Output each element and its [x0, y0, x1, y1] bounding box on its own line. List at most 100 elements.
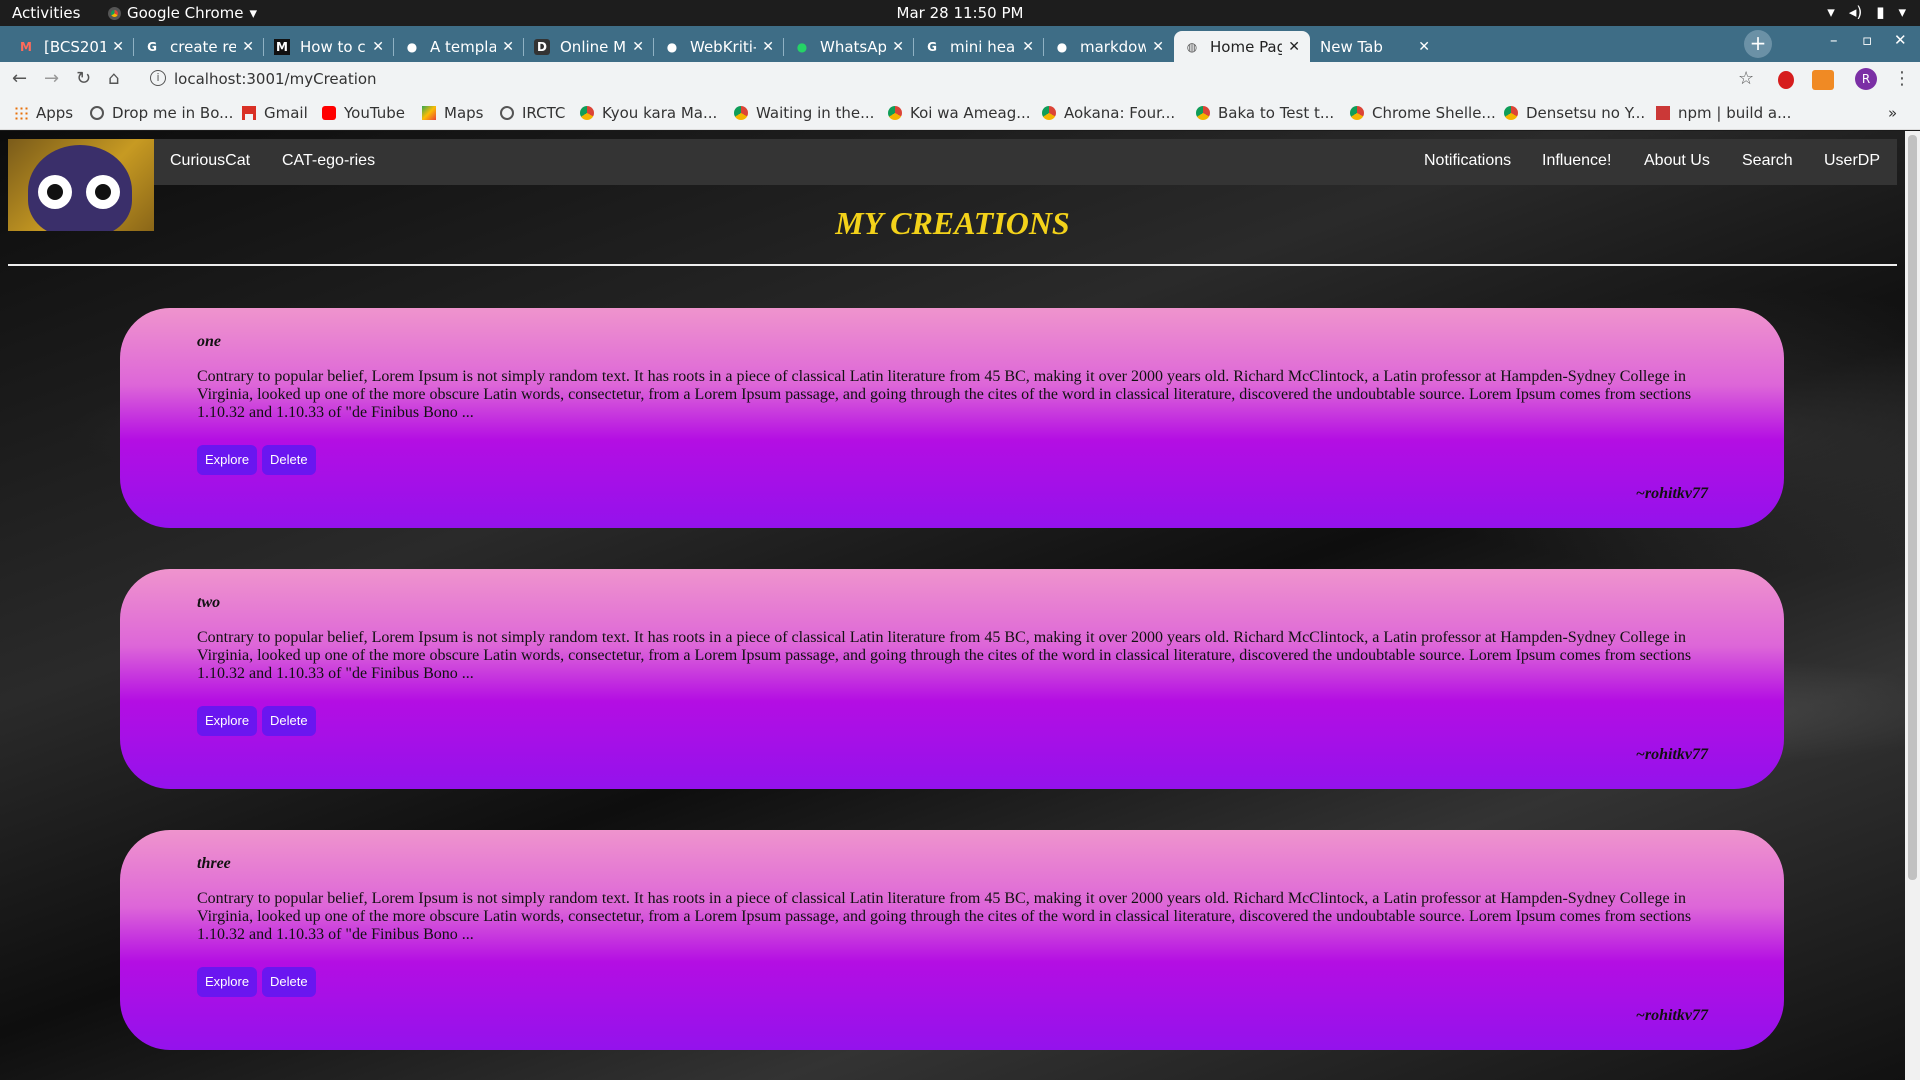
card-body: Contrary to popular belief, Lorem Ipsum … — [197, 890, 1692, 943]
tab-online-markdown[interactable]: D Online Markd ✕ — [524, 31, 654, 62]
minimize-icon[interactable]: – — [1830, 31, 1838, 49]
bookmark-star-icon[interactable]: ☆ — [1738, 68, 1754, 89]
bookmark-drop-me[interactable]: Drop me in Bo... — [90, 104, 233, 122]
system-tray[interactable]: ▾ ◂) ▮ ▾ — [1827, 3, 1906, 21]
cat-eye — [86, 175, 120, 209]
address-bar[interactable]: localhost:3001/myCreation — [174, 70, 377, 88]
close-icon[interactable]: ✕ — [1418, 39, 1430, 55]
home-icon[interactable]: ⌂ — [108, 68, 119, 89]
title-divider — [8, 264, 1897, 266]
github-icon: ● — [406, 39, 418, 54]
bookmark-waiting-in-the[interactable]: Waiting in the... — [734, 104, 874, 122]
explore-button[interactable]: Explore — [197, 445, 258, 475]
tab-home-page[interactable]: ◍ Home Page ✕ — [1174, 31, 1310, 62]
extension-opera-icon[interactable] — [1778, 71, 1794, 89]
reload-icon[interactable]: ↻ — [76, 68, 91, 89]
close-icon[interactable]: ✕ — [892, 39, 904, 55]
back-arrow-icon[interactable]: ← — [12, 68, 27, 89]
close-icon[interactable]: ✕ — [632, 39, 644, 55]
close-icon[interactable]: ✕ — [372, 39, 384, 55]
close-icon[interactable]: ✕ — [502, 39, 514, 55]
bookmark-label: Gmail — [264, 104, 308, 122]
nav-categories[interactable]: CAT-ego-ries — [282, 152, 375, 170]
bookmark-irctc[interactable]: IRCTC — [500, 104, 565, 122]
bookmark-apps[interactable]: Apps — [14, 104, 73, 122]
tab-how-to-create[interactable]: M How to creat ✕ — [264, 31, 394, 62]
os-top-bar: Activities Google Chrome ▾ Mar 28 11:50 … — [0, 0, 1920, 26]
tab-new-tab[interactable]: New Tab ✕ — [1310, 31, 1440, 62]
bookmark-chrome-shelle[interactable]: Chrome Shelle... — [1350, 104, 1496, 122]
close-icon[interactable]: ✕ — [762, 39, 774, 55]
bookmark-youtube[interactable]: YouTube — [322, 104, 405, 122]
globe-icon — [90, 106, 104, 120]
bookmark-densetsu[interactable]: Densetsu no Y... — [1504, 104, 1645, 122]
bookmark-koi-wa[interactable]: Koi wa Ameag... — [888, 104, 1031, 122]
tab-markdown-cheatsheet[interactable]: ● markdown-ch ✕ — [1044, 31, 1174, 62]
app-name: Google Chrome — [127, 4, 244, 22]
bookmark-baka-to-test[interactable]: Baka to Test t... — [1196, 104, 1334, 122]
battery-icon: ▮ — [1876, 3, 1885, 21]
bookmark-label: Kyou kara Ma... — [602, 104, 718, 122]
tab-label: New Tab — [1320, 37, 1383, 56]
explore-button[interactable]: Explore — [197, 967, 258, 997]
close-icon[interactable]: ✕ — [242, 39, 254, 55]
bookmark-maps[interactable]: Maps — [422, 104, 483, 122]
bookmark-label: Densetsu no Y... — [1526, 104, 1646, 122]
forward-arrow-icon[interactable]: → — [44, 68, 59, 89]
bookmark-npm[interactable]: npm | build a... — [1656, 104, 1791, 122]
bookmark-label: Baka to Test t... — [1218, 104, 1335, 122]
card-title: two — [197, 594, 221, 611]
bookmark-aokana[interactable]: Aokana: Four... — [1042, 104, 1175, 122]
tab-create-readme[interactable]: G create readm ✕ — [134, 31, 264, 62]
volume-icon: ◂) — [1848, 3, 1863, 21]
chrome-icon — [1196, 106, 1210, 120]
apps-grid-icon — [14, 106, 28, 120]
maximize-icon[interactable]: ▫ — [1862, 31, 1872, 49]
new-tab-button[interactable]: + — [1744, 30, 1772, 58]
bookmark-label: YouTube — [344, 104, 405, 122]
scrollbar-thumb[interactable] — [1908, 135, 1917, 880]
bookmark-label: Apps — [36, 104, 74, 122]
explore-button[interactable]: Explore — [197, 706, 258, 736]
nav-curiouscat[interactable]: CuriousCat — [170, 152, 250, 170]
profile-avatar[interactable]: R — [1855, 68, 1877, 90]
card-title: three — [197, 855, 231, 872]
tab-gmail[interactable]: M [BCS2019-23] ✕ — [8, 31, 134, 62]
nav-about-us[interactable]: About Us — [1644, 152, 1710, 170]
delete-button[interactable]: Delete — [262, 706, 316, 736]
tab-whatsapp[interactable]: ● WhatsApp ✕ — [784, 31, 914, 62]
close-icon[interactable]: ✕ — [1022, 39, 1034, 55]
tab-a-template[interactable]: ● A template to ✕ — [394, 31, 524, 62]
chrome-icon — [108, 6, 121, 20]
close-icon[interactable]: ✕ — [1152, 39, 1164, 55]
close-icon[interactable]: ✕ — [1288, 39, 1300, 55]
page-viewport: CuriousCat CAT-ego-ries Notifications In… — [0, 131, 1905, 1080]
delete-button[interactable]: Delete — [262, 967, 316, 997]
page-scrollbar[interactable] — [1905, 131, 1920, 1080]
clock[interactable]: Mar 28 11:50 PM — [0, 4, 1920, 22]
google-icon: G — [927, 39, 937, 54]
app-menu[interactable]: Google Chrome ▾ — [108, 4, 257, 22]
bookmark-gmail[interactable]: Gmail — [242, 104, 308, 122]
extension-off-icon[interactable] — [1812, 70, 1834, 90]
nav-userdp[interactable]: UserDP — [1824, 152, 1880, 170]
nav-search[interactable]: Search — [1742, 152, 1793, 170]
close-icon[interactable]: ✕ — [112, 39, 124, 55]
creation-card: three Contrary to popular belief, Lorem … — [120, 830, 1784, 1050]
card-author: ~rohitkv77 — [1635, 1007, 1708, 1024]
activities-button[interactable]: Activities — [12, 4, 80, 22]
nav-notifications[interactable]: Notifications — [1424, 152, 1511, 170]
delete-button[interactable]: Delete — [262, 445, 316, 475]
nav-influence[interactable]: Influence! — [1542, 152, 1611, 170]
chrome-menu-icon[interactable]: ⋮ — [1893, 68, 1911, 89]
bookmarks-bar: Apps Drop me in Bo... Gmail YouTube Maps… — [0, 98, 1920, 130]
tab-mini-heading[interactable]: G mini heading ✕ — [914, 31, 1044, 62]
chrome-icon — [1350, 106, 1364, 120]
close-window-icon[interactable]: ✕ — [1894, 31, 1907, 49]
chrome-icon — [1504, 106, 1518, 120]
tab-webkriti[interactable]: ● WebKriti-2020 ✕ — [654, 31, 784, 62]
site-info-icon[interactable]: i — [150, 70, 166, 86]
bookmarks-overflow-icon[interactable]: » — [1888, 104, 1897, 122]
bookmark-kyou-kara[interactable]: Kyou kara Ma... — [580, 104, 717, 122]
gmail-icon — [242, 106, 256, 120]
